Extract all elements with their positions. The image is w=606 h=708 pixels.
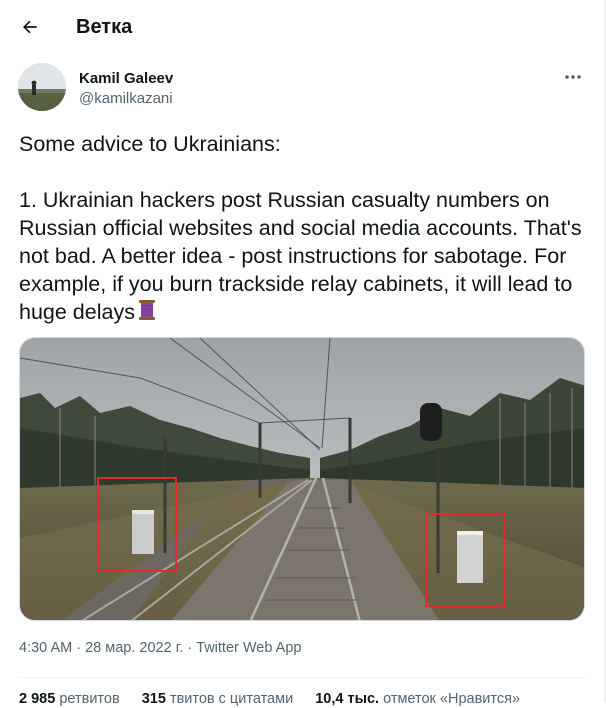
tweet-meta: 4:30 AM · 28 мар. 2022 г. · Twitter Web … — [19, 639, 301, 657]
quotes-label: твитов с цитатами — [169, 691, 294, 707]
divider — [19, 677, 585, 678]
tweet-author: Kamil Galeev @kamilkazani — [18, 63, 588, 113]
tweet-date[interactable]: 28 мар. 2022 г. — [85, 640, 183, 656]
tweet-time[interactable]: 4:30 AM — [19, 640, 72, 656]
avatar-image — [18, 63, 66, 111]
retweets-count: 2 985 — [19, 691, 56, 707]
tweet-source[interactable]: Twitter Web App — [196, 640, 301, 656]
tweet-text: Some advice to Ukrainians: 1. Ukrainian … — [19, 130, 589, 329]
tweet-media-image[interactable] — [19, 337, 585, 621]
back-button[interactable] — [12, 9, 48, 45]
likes-count: 10,4 тыс. — [315, 691, 380, 707]
quotes-stat[interactable]: 315 твитов с цитатами — [142, 690, 293, 708]
tweet-body: Some advice to Ukrainians: 1. Ukrainian … — [19, 132, 582, 324]
more-options-button[interactable] — [558, 65, 588, 89]
top-bar: Ветка — [0, 0, 604, 54]
meta-separator: · — [72, 640, 86, 656]
quotes-count: 315 — [141, 691, 166, 707]
avatar[interactable] — [18, 63, 66, 111]
page-title: Ветка — [76, 16, 133, 38]
retweets-stat[interactable]: 2 985 ретвитов — [19, 690, 120, 708]
author-name[interactable]: Kamil Galeev — [79, 70, 173, 88]
thread-spool-icon — [135, 298, 159, 329]
likes-stat[interactable]: 10,4 тыс. отметок «Нравится» — [315, 690, 520, 708]
engagement-stats: 2 985 ретвитов 315 твитов с цитатами 10,… — [19, 690, 538, 708]
retweets-label: ретвитов — [59, 691, 120, 707]
likes-label: отметок «Нравится» — [383, 691, 521, 707]
arrow-left-icon — [23, 20, 37, 34]
more-horizontal-icon — [565, 75, 581, 79]
meta-separator: · — [183, 640, 197, 656]
railway-photo — [20, 338, 584, 620]
author-handle[interactable]: @kamilkazani — [79, 90, 173, 108]
